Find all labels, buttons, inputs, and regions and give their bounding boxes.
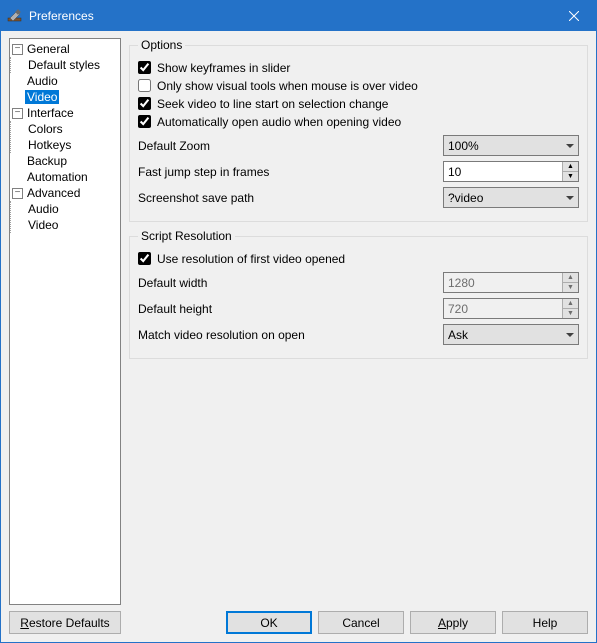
match-res-combo[interactable]: Ask <box>443 324 579 345</box>
checkbox-only-visual[interactable] <box>138 79 151 92</box>
default-width-input <box>444 273 562 292</box>
app-icon <box>7 8 23 24</box>
check-only-visual[interactable]: Only show visual tools when mouse is ove… <box>138 77 579 94</box>
match-res-label: Match video resolution on open <box>138 328 443 342</box>
tree-advanced[interactable]: Advanced <box>25 186 82 200</box>
script-res-legend: Script Resolution <box>138 229 235 243</box>
tree-default-styles[interactable]: Default styles <box>26 58 102 72</box>
preferences-window: Preferences − General Default styles Aud… <box>0 0 597 643</box>
titlebar: Preferences <box>1 1 596 31</box>
close-button[interactable] <box>551 1 596 31</box>
fast-jump-spinner[interactable]: ▲ ▼ <box>443 161 579 182</box>
chevron-down-icon <box>566 196 574 200</box>
tree-backup[interactable]: Backup <box>25 154 69 168</box>
screenshot-path-combo[interactable]: ?video <box>443 187 579 208</box>
tree-hotkeys[interactable]: Hotkeys <box>26 138 73 152</box>
checkbox-auto-audio[interactable] <box>138 115 151 128</box>
options-group: Options Show keyframes in slider Only sh… <box>129 38 588 222</box>
expander-interface[interactable]: − <box>12 108 23 119</box>
apply-button[interactable]: Apply <box>410 611 496 634</box>
fast-jump-label: Fast jump step in frames <box>138 165 443 179</box>
check-use-first-res[interactable]: Use resolution of first video opened <box>138 250 579 267</box>
default-width-spinner: ▲ ▼ <box>443 272 579 293</box>
checkbox-seek-line[interactable] <box>138 97 151 110</box>
chevron-down-icon <box>566 333 574 337</box>
tree-video[interactable]: Video <box>25 90 59 104</box>
spin-down-icon: ▼ <box>563 283 578 292</box>
check-seek-line[interactable]: Seek video to line start on selection ch… <box>138 95 579 112</box>
default-width-label: Default width <box>138 276 443 290</box>
spin-up-icon: ▲ <box>563 299 578 309</box>
close-icon <box>569 11 579 21</box>
checkbox-show-keyframes[interactable] <box>138 61 151 74</box>
spin-down-icon[interactable]: ▼ <box>563 172 578 181</box>
spin-down-icon: ▼ <box>563 309 578 318</box>
check-show-keyframes[interactable]: Show keyframes in slider <box>138 59 579 76</box>
tree-interface[interactable]: Interface <box>25 106 76 120</box>
expander-general[interactable]: − <box>12 44 23 55</box>
fast-jump-input[interactable] <box>444 162 562 181</box>
tree-adv-audio[interactable]: Audio <box>26 202 61 216</box>
options-legend: Options <box>138 38 185 52</box>
button-bar: Restore Defaults OK Cancel Apply Help <box>1 605 596 642</box>
script-resolution-group: Script Resolution Use resolution of firs… <box>129 229 588 359</box>
check-auto-audio[interactable]: Automatically open audio when opening vi… <box>138 113 579 130</box>
restore-defaults-button[interactable]: Restore Defaults <box>9 611 121 634</box>
tree-audio[interactable]: Audio <box>25 74 60 88</box>
cancel-button[interactable]: Cancel <box>318 611 404 634</box>
default-zoom-combo[interactable]: 100% <box>443 135 579 156</box>
tree-adv-video[interactable]: Video <box>26 218 60 232</box>
checkbox-use-first-res[interactable] <box>138 252 151 265</box>
default-height-label: Default height <box>138 302 443 316</box>
chevron-down-icon <box>566 144 574 148</box>
body-area: − General Default styles Audio Video − I… <box>1 31 596 605</box>
default-height-spinner: ▲ ▼ <box>443 298 579 319</box>
settings-panel: Options Show keyframes in slider Only sh… <box>129 38 588 605</box>
tree-colors[interactable]: Colors <box>26 122 65 136</box>
screenshot-path-label: Screenshot save path <box>138 191 443 205</box>
ok-button[interactable]: OK <box>226 611 312 634</box>
default-height-input <box>444 299 562 318</box>
expander-advanced[interactable]: − <box>12 188 23 199</box>
spin-up-icon: ▲ <box>563 273 578 283</box>
tree-general[interactable]: General <box>25 42 72 56</box>
window-title: Preferences <box>29 9 551 23</box>
category-tree[interactable]: − General Default styles Audio Video − I… <box>9 38 121 605</box>
help-button[interactable]: Help <box>502 611 588 634</box>
spin-up-icon[interactable]: ▲ <box>563 162 578 172</box>
default-zoom-label: Default Zoom <box>138 139 443 153</box>
tree-automation[interactable]: Automation <box>25 170 90 184</box>
